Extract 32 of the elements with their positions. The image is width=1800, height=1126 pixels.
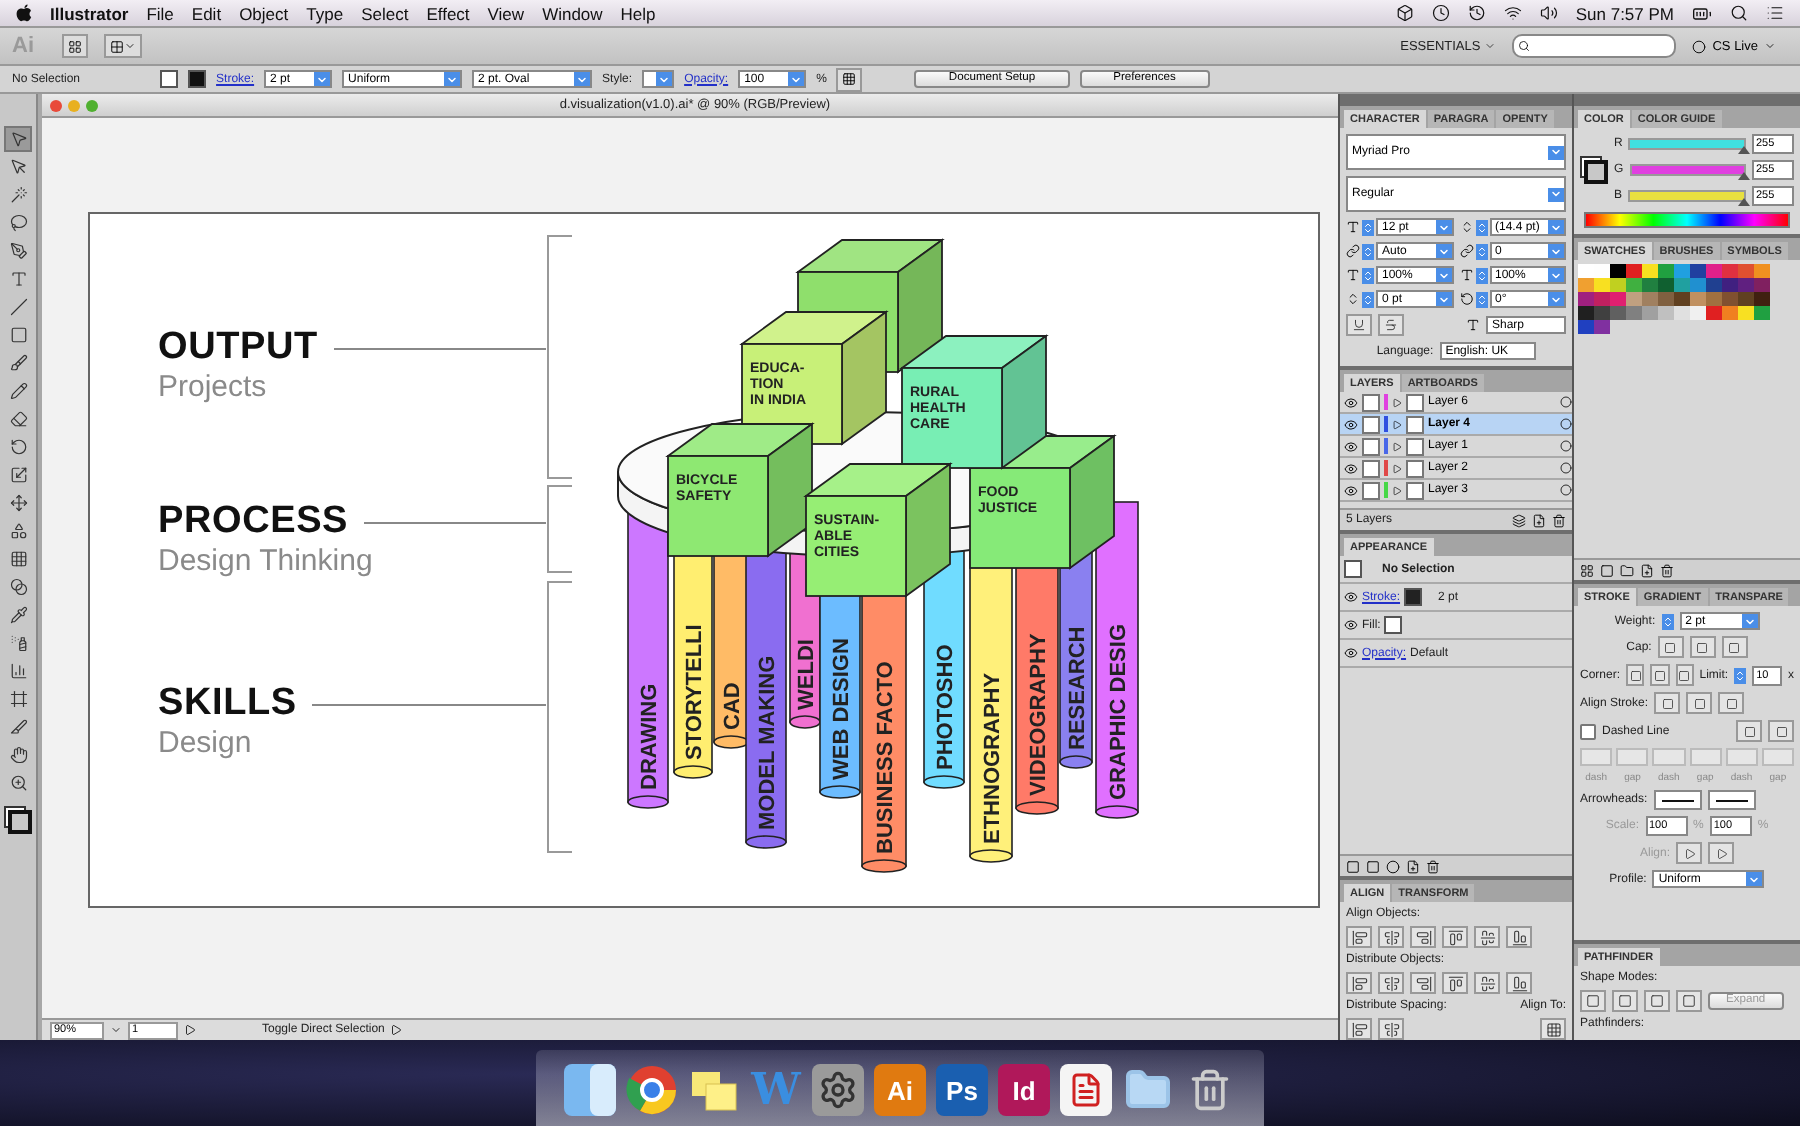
pillar-label: STORYTELLI [683,624,707,760]
pillar-label: WEB DESIGN [830,638,854,780]
clock-text[interactable]: Sun 7:57 PM [1575,3,1674,23]
pillar-label: BUSINESS FACTO [874,661,898,854]
pillar-label: VIDEOGRAPHY [1027,633,1051,796]
pillar-label: MODEL MAKING [756,655,780,830]
menu-item[interactable]: Select [361,3,409,23]
section-subtitle: Design Thinking [158,544,375,578]
menu-item[interactable]: Type [306,3,344,23]
menu-item[interactable]: Help [620,3,656,23]
section-heading: PROCESS [158,500,349,544]
menu-item[interactable]: Window [542,3,603,23]
pillar-label: DRAWING [638,683,662,790]
app-logo: Ai [12,34,36,58]
menu-item[interactable]: Edit [191,3,222,23]
pillar-label: RESEARCH [1066,626,1090,750]
section-heading: OUTPUT [158,326,318,370]
section-heading: SKILLS [158,682,297,726]
menu-item[interactable]: Illustrator [50,3,129,23]
section-subtitle: Design [158,726,254,760]
menu-item[interactable]: Object [239,3,289,23]
dock-app[interactable]: Id [998,1064,1050,1116]
menu-item[interactable]: File [146,3,174,23]
pillar-label: CAD [721,682,745,730]
dock-app[interactable]: Ps [936,1064,988,1116]
pillar-label: WELDI [795,639,819,710]
menu-item[interactable]: Effect [426,3,470,23]
menu-item[interactable]: View [487,3,525,23]
pillar-label: GRAPHIC DESIG [1107,623,1131,800]
pillar-label: PHOTOSHO [934,644,958,770]
pillar-label: ETHNOGRAPHY [981,672,1005,844]
section-subtitle: Projects [158,370,269,404]
